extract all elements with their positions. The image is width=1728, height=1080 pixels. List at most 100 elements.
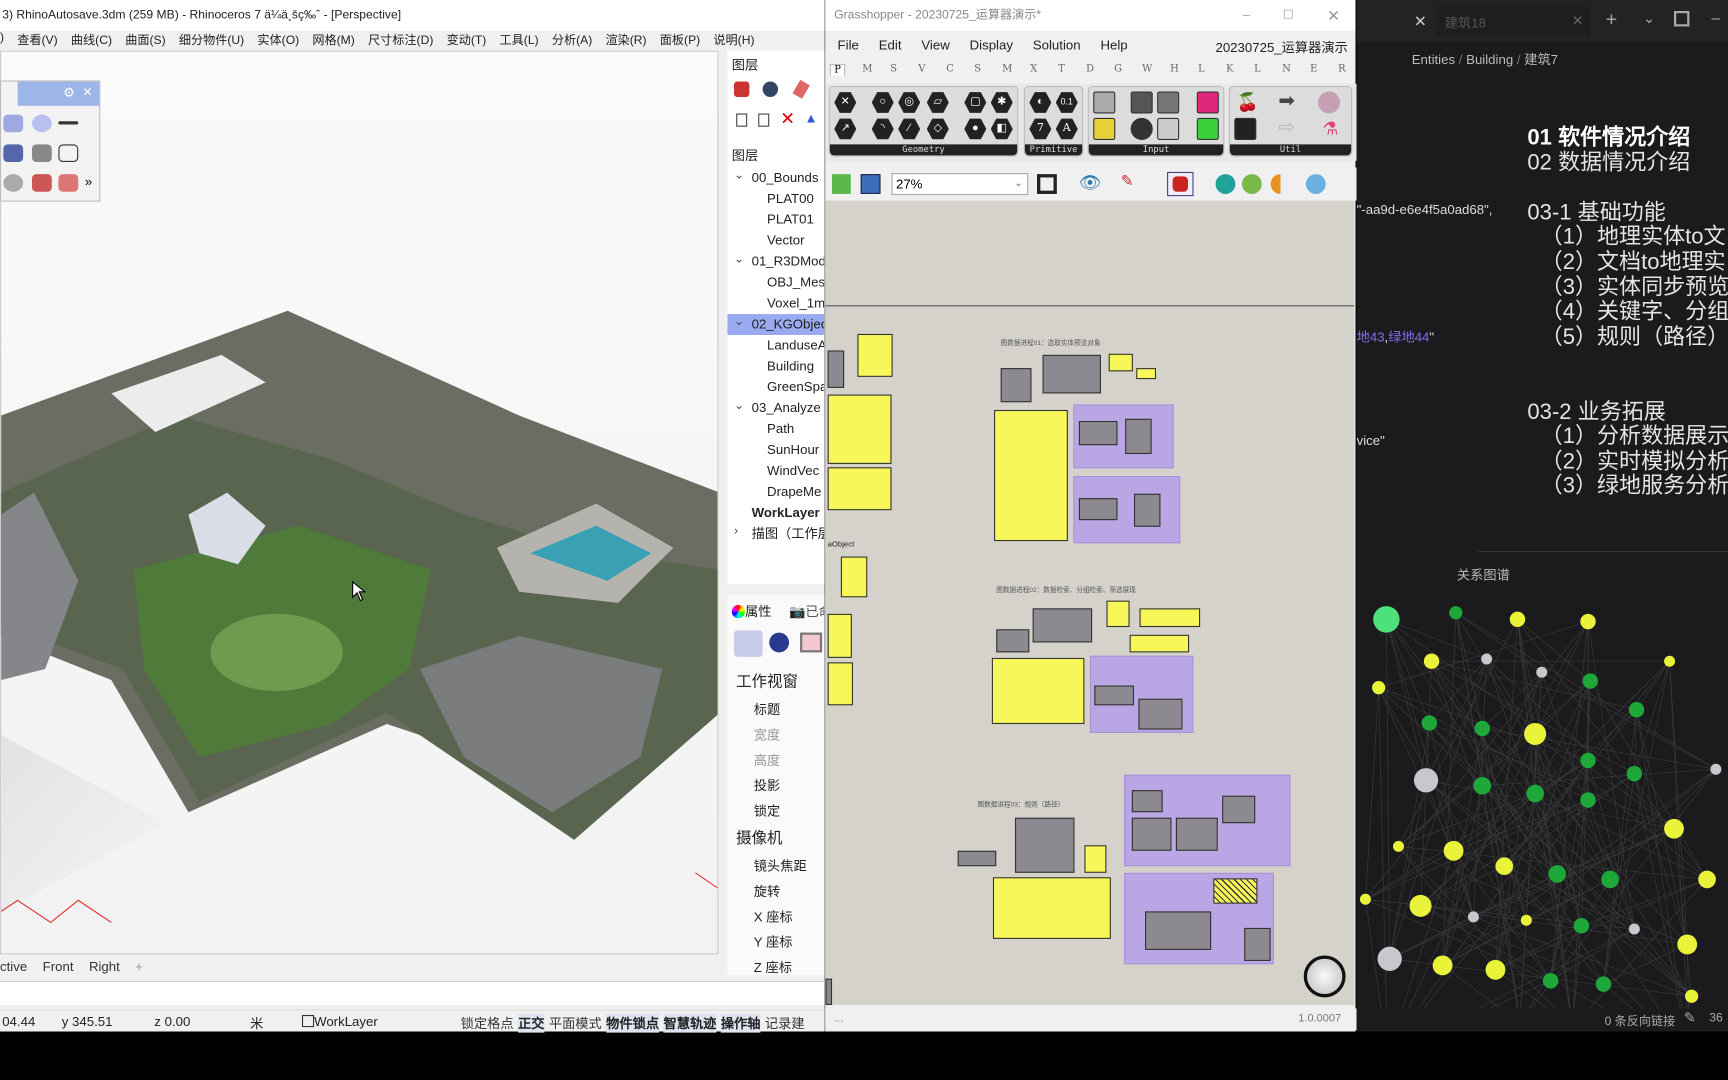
gh-tab[interactable]: V xyxy=(918,64,925,75)
panel[interactable] xyxy=(1136,368,1157,380)
graph-node[interactable] xyxy=(1509,611,1526,628)
graph-node[interactable] xyxy=(1474,720,1490,737)
save-icon[interactable] xyxy=(860,174,881,194)
number-slider-icon[interactable] xyxy=(1196,91,1219,114)
graph-node[interactable] xyxy=(1664,655,1676,667)
graph-node[interactable] xyxy=(1664,818,1684,839)
chevron-down-icon[interactable]: ⌄ xyxy=(734,396,744,417)
panel[interactable] xyxy=(994,409,1068,542)
graph-node[interactable] xyxy=(1520,914,1532,926)
graph-node[interactable] xyxy=(1467,911,1479,923)
gh-menu-item[interactable]: Help xyxy=(1100,37,1127,52)
gh-menu-item[interactable]: View xyxy=(921,37,949,52)
gh-tab[interactable]: P xyxy=(829,63,846,77)
spheres-icon[interactable] xyxy=(769,632,790,653)
graph-node[interactable] xyxy=(1473,776,1492,795)
md-slider-icon[interactable] xyxy=(1157,91,1180,114)
tree-icon[interactable] xyxy=(1234,117,1257,140)
menu-item[interactable]: 渲染(R) xyxy=(605,31,646,51)
graph-node[interactable] xyxy=(1698,870,1716,889)
gh-menu-item[interactable]: Solution xyxy=(1033,37,1081,52)
gh-tab[interactable]: L xyxy=(1198,64,1205,75)
graph-node[interactable] xyxy=(1580,613,1596,630)
split-view-icon[interactable] xyxy=(1673,11,1690,27)
graph-node[interactable] xyxy=(1485,959,1506,980)
viewport-camera-icon[interactable] xyxy=(733,630,763,657)
component[interactable] xyxy=(1014,817,1075,873)
graph-node[interactable] xyxy=(1677,934,1698,955)
new-tab-icon[interactable]: + xyxy=(1606,8,1618,31)
point-icon[interactable]: ✕ xyxy=(834,92,857,113)
tab-properties[interactable]: 属性 xyxy=(731,602,771,621)
menu-item[interactable]: 查看(V) xyxy=(17,31,57,51)
display-icon[interactable] xyxy=(800,632,823,653)
layer-row[interactable]: Path xyxy=(727,419,824,440)
mesh-tool-icon[interactable] xyxy=(31,144,52,162)
graph-node[interactable] xyxy=(1481,653,1493,665)
graph-node[interactable] xyxy=(1628,701,1645,718)
plane-icon[interactable]: ◇ xyxy=(926,118,949,140)
layer-row[interactable]: ⌄ 01_R3DMod xyxy=(727,251,824,272)
status-toggle[interactable]: 平面模式 xyxy=(549,1014,602,1033)
chevron-down-icon[interactable]: ⌄ xyxy=(734,165,744,186)
panel[interactable] xyxy=(991,657,1085,725)
arc-icon[interactable]: ◝ xyxy=(871,118,894,140)
layer-row[interactable]: ⌄ 03_Analyze xyxy=(727,398,824,419)
gh-tab[interactable]: M xyxy=(862,64,872,75)
graph-node[interactable] xyxy=(1524,722,1547,745)
move-up-icon[interactable]: ▲ xyxy=(804,110,817,125)
status-toggle[interactable]: 操作轴 xyxy=(720,1013,761,1033)
graph-node[interactable] xyxy=(1413,768,1439,793)
menu-item[interactable]: 曲面(S) xyxy=(125,31,165,51)
breadcrumb-item[interactable]: 建筑7 xyxy=(1524,52,1558,67)
panel[interactable] xyxy=(1129,634,1190,653)
perspective-viewport[interactable] xyxy=(0,50,719,955)
circle-icon[interactable]: ○ xyxy=(871,92,894,113)
graph-node[interactable] xyxy=(1526,784,1544,803)
component[interactable] xyxy=(1125,418,1152,455)
viewport-tab[interactable]: Front xyxy=(43,959,74,979)
relationship-graph[interactable] xyxy=(1357,584,1728,1009)
preview-selected-icon[interactable] xyxy=(1241,174,1262,194)
gh-tab[interactable]: M xyxy=(1002,64,1012,75)
menu-item[interactable]: 面板(P) xyxy=(660,31,700,51)
layer-row[interactable]: WindVec xyxy=(727,461,824,482)
gh-tab[interactable]: E xyxy=(1310,64,1317,75)
chevron-down-icon[interactable]: ⌄ xyxy=(1643,10,1655,28)
status-toggle[interactable]: 智慧轨迹 xyxy=(663,1013,717,1033)
cherry-icon[interactable]: 🍒 xyxy=(1236,91,1258,113)
graph-node[interactable] xyxy=(1392,840,1404,852)
sketch-icon[interactable]: ✎ xyxy=(1121,172,1134,191)
panel[interactable] xyxy=(827,662,853,706)
mesh-icon[interactable]: ✱ xyxy=(990,92,1013,113)
graph-node[interactable] xyxy=(1580,752,1596,769)
gh-tab[interactable]: C xyxy=(946,64,954,75)
viewport-tab[interactable]: Right xyxy=(89,959,120,979)
menu-item[interactable]: 尺寸标注(D) xyxy=(368,31,433,51)
layer-row[interactable]: SunHour xyxy=(727,440,824,461)
command-line[interactable] xyxy=(0,980,825,1006)
layer-row[interactable]: Building xyxy=(727,356,824,377)
menu-item[interactable]: 细分物件(U) xyxy=(179,31,244,51)
gh-tab[interactable]: S xyxy=(890,64,897,75)
line-icon[interactable]: ⁄ xyxy=(898,118,921,140)
menu-item[interactable]: 网格(M) xyxy=(312,31,354,51)
component[interactable] xyxy=(1078,498,1118,521)
component[interactable] xyxy=(827,350,845,388)
colour-swatch-icon[interactable] xyxy=(1196,117,1219,140)
status-toggle[interactable]: 锁定格点 xyxy=(461,1014,514,1033)
layer-row[interactable]: LanduseA xyxy=(727,335,824,356)
graph-node[interactable] xyxy=(1372,681,1386,695)
menu-item[interactable]: 变动(T) xyxy=(447,31,487,51)
graph-node[interactable] xyxy=(1423,653,1440,669)
data-input-icon[interactable]: ⇨ xyxy=(1278,116,1295,139)
chevron-down-icon[interactable]: ⌄ xyxy=(734,249,744,270)
component[interactable] xyxy=(1042,354,1101,394)
status-toggle[interactable]: 正交 xyxy=(517,1013,545,1033)
panel[interactable] xyxy=(827,613,852,658)
tab-inactive[interactable]: 建筑18 ✕ xyxy=(1435,6,1591,38)
minimize-icon[interactable]: – xyxy=(1711,9,1720,27)
layer-row[interactable]: DrapeMe xyxy=(727,482,824,503)
panel[interactable] xyxy=(1084,845,1107,873)
graph-node[interactable] xyxy=(1685,989,1699,1003)
